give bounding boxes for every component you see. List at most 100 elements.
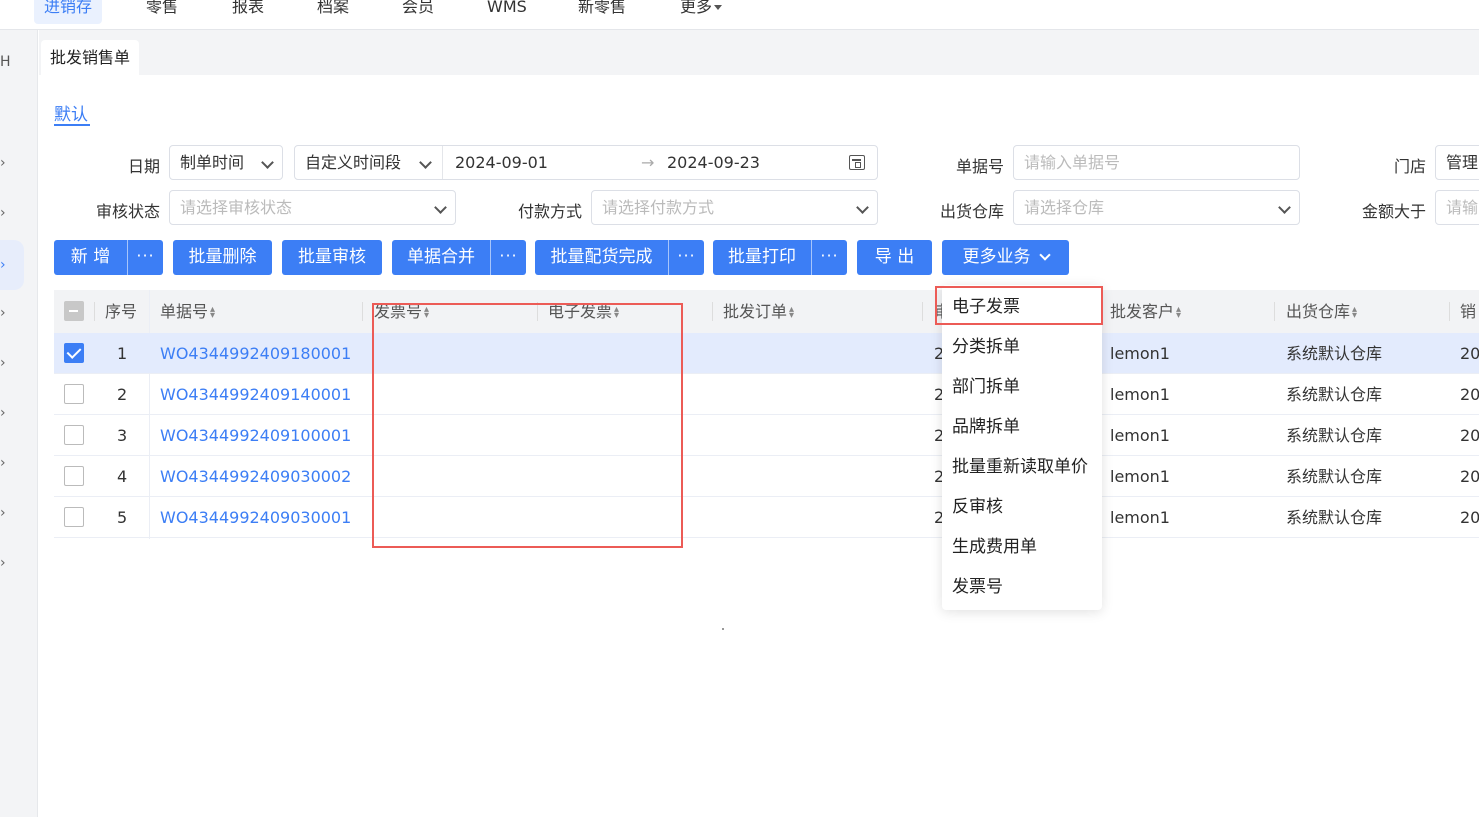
audit-status-placeholder: 请选择审核状态 [180,198,293,217]
header-warehouse[interactable]: 出货仓库 ▴ ▾ [1286,290,1357,333]
row-doc-no-link[interactable]: WO4344992409100001 [160,415,351,456]
row-checkbox[interactable] [64,384,84,404]
header-warehouse-label: 出货仓库 [1286,302,1351,321]
menu-item-reload-prices[interactable]: 批量重新读取单价 [952,452,1088,482]
header-wholesale-order[interactable]: 批发订单 ▴ ▾ [723,290,794,333]
row-doc-no-link[interactable]: WO4344992409180001 [160,333,351,374]
chevron-right-icon[interactable]: › [0,156,10,170]
more-business-button[interactable]: 更多业务 [942,240,1069,275]
chevron-down-icon [434,201,447,214]
row-warehouse: 系统默认仓库 [1286,344,1383,363]
date-label: 日期 [127,157,160,176]
column-divider [712,302,713,321]
merge-more-button[interactable]: ··· [490,240,526,275]
row-doc-no-link[interactable]: WO4344992409030001 [160,497,351,538]
row-doc-no-link[interactable]: WO4344992409030002 [160,456,351,497]
doc-no-input[interactable]: 请输入单据号 [1013,145,1300,180]
chevron-right-icon[interactable]: › [0,406,10,420]
row-warehouse: 系统默认仓库 [1286,467,1383,486]
column-divider [1449,302,1450,321]
store-select[interactable]: 管理 [1435,145,1479,180]
chevron-down-icon [419,156,432,169]
batch-print-button[interactable]: 批量打印 [713,240,811,275]
nav-item-more[interactable]: 更多 [680,0,723,24]
amount-gt-label: 金额大于 [1361,202,1426,221]
table-row[interactable]: 2 WO4344992409140001 2 lemon1 系统默认仓库 20 [54,374,1479,415]
table-row[interactable]: 4 WO4344992409030002 2 lemon1 系统默认仓库 20 [54,456,1479,497]
chevron-right-icon[interactable]: › [0,206,10,220]
nav-item-members[interactable]: 会员 [402,0,434,24]
warehouse-label: 出货仓库 [939,202,1004,221]
date-field-value: 制单时间 [180,153,245,172]
batch-delete-button[interactable]: 批量删除 [173,240,272,275]
page-tab-bar: 批发销售单 [39,30,1479,75]
export-button[interactable]: 导 出 [857,240,932,275]
add-more-button[interactable]: ··· [127,240,163,275]
add-button[interactable]: 新 增 [54,240,127,275]
table-row[interactable]: 5 WO4344992409030001 2 lemon1 系统默认仓库 20 [54,497,1479,538]
menu-item-department-split[interactable]: 部门拆单 [952,372,1020,402]
amount-gt-input[interactable]: 请输 [1435,190,1479,225]
date-range-picker[interactable]: 自定义时间段 2024-09-01 → 2024-09-23 [294,145,878,180]
view-tab-underline [54,124,90,126]
nav-item-retail[interactable]: 零售 [146,0,178,24]
batch-pick-more-button[interactable]: ··· [668,240,704,275]
header-customer-label: 批发客户 [1110,302,1175,321]
row-date-partial: 20 [1460,508,1479,527]
chevron-right-icon[interactable]: › [0,258,10,272]
audit-status-select[interactable]: 请选择审核状态 [169,190,456,225]
chevron-right-icon[interactable]: › [0,556,10,570]
row-checkbox[interactable] [64,466,84,486]
left-sidebar: H › › › › › › › › › [0,30,38,817]
menu-item-unaudit[interactable]: 反审核 [952,492,1003,522]
batch-pick-complete-button[interactable]: 批量配货完成 [535,240,668,275]
column-divider [362,302,363,321]
audit-status-label: 审核状态 [95,202,160,221]
date-separator-arrow: → [641,153,655,172]
column-divider [922,302,923,321]
nav-item-jxc[interactable]: 进销存 [34,0,103,24]
header-doc-no[interactable]: 单据号 ▴ ▾ [160,290,215,333]
merge-docs-button[interactable]: 单据合并 [392,240,490,275]
nav-item-archives[interactable]: 档案 [317,0,349,24]
header-customer[interactable]: 批发客户 ▴ ▾ [1110,290,1181,333]
menu-item-generate-expense[interactable]: 生成费用单 [952,532,1037,562]
row-date-partial: 20 [1460,344,1479,363]
menu-item-category-split[interactable]: 分类拆单 [952,332,1020,362]
row-seq: 1 [117,344,128,363]
row-warehouse: 系统默认仓库 [1286,385,1383,404]
warehouse-select[interactable]: 请选择仓库 [1013,190,1300,225]
table-row[interactable]: 1 WO4344992409180001 2 lemon1 系统默认仓库 20 [54,333,1479,374]
date-from-input[interactable]: 2024-09-01 [455,146,548,179]
calendar-icon[interactable] [849,155,865,170]
date-field-select[interactable]: 制单时间 [169,145,283,180]
row-warehouse: 系统默认仓库 [1286,426,1383,445]
row-doc-no-link[interactable]: WO4344992409140001 [160,374,351,415]
payment-method-placeholder: 请选择付款方式 [602,198,715,217]
row-customer: lemon1 [1110,508,1170,527]
chevron-right-icon[interactable]: › [0,356,10,370]
select-all-checkbox[interactable] [64,301,84,321]
table-row[interactable]: 3 WO4344992409100001 2 lemon1 系统默认仓库 20 [54,415,1479,456]
header-doc-no-label: 单据号 [160,302,209,321]
chevron-right-icon[interactable]: › [0,506,10,520]
menu-item-invoice-no[interactable]: 发票号 [952,572,1003,602]
chevron-right-icon[interactable]: › [0,456,10,470]
row-checkbox[interactable] [64,425,84,445]
more-business-dropdown: 电子发票 分类拆单 部门拆单 品牌拆单 批量重新读取单价 反审核 生成费用单 发… [942,285,1102,610]
row-checkbox[interactable] [64,507,84,527]
payment-method-select[interactable]: 请选择付款方式 [591,190,878,225]
nav-item-reports[interactable]: 报表 [232,0,264,24]
batch-audit-button[interactable]: 批量审核 [282,240,382,275]
row-checkbox[interactable] [64,343,84,363]
nav-item-wms[interactable]: WMS [487,0,527,24]
header-seq: 序号 [105,302,138,321]
view-tab-default[interactable]: 默认 [54,100,88,126]
nav-item-new-retail[interactable]: 新零售 [578,0,626,24]
batch-print-more-button[interactable]: ··· [811,240,847,275]
date-to-input[interactable]: 2024-09-23 [667,146,760,179]
chevron-right-icon[interactable]: › [0,306,10,320]
date-range-type-select[interactable]: 自定义时间段 [295,146,443,179]
page-tab-wholesale-sales[interactable]: 批发销售单 [41,40,140,75]
menu-item-brand-split[interactable]: 品牌拆单 [952,412,1020,442]
